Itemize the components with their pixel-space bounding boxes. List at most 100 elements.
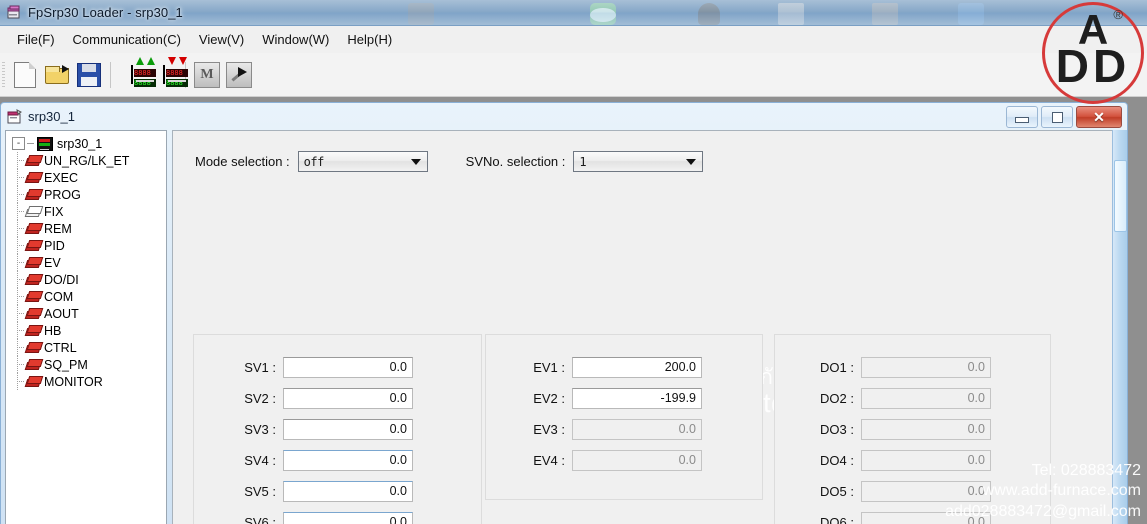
mode-selection-dropdown[interactable]: off [297,151,428,172]
new-file-button[interactable] [9,58,41,92]
book-icon [24,358,44,371]
save-file-button[interactable] [73,58,105,92]
window-title: FpSrp30 Loader - srp30_1 [28,5,183,20]
tools-button[interactable] [223,58,255,92]
book-icon [24,341,44,354]
ev-input-2[interactable]: -199.9 [572,388,702,409]
book-icon [24,273,44,286]
monitor-button[interactable]: M [191,58,223,92]
maximize-button[interactable] [1041,106,1073,128]
sv-input-2[interactable]: 0.0 [283,388,413,409]
tree-item-prog[interactable]: PROG [12,186,166,203]
sv-input-3[interactable]: 0.0 [283,419,413,440]
scrollbar-thumb[interactable] [1114,160,1127,232]
mdi-client-area: srp30_1 ✕ - srp30_1 UN_RG/LK_ET EXEC PRO… [0,97,1147,524]
svno-selection-label: SVNo. selection : [465,154,566,169]
tools-icon [226,61,252,88]
ev-input-3: 0.0 [572,419,702,440]
menu-communication[interactable]: Communication(C) [64,29,190,50]
tree-item-do-di[interactable]: DO/DI [12,271,166,288]
application-window: FpSrp30 Loader - srp30_1 File(F) Communi… [0,0,1147,524]
tree-item-label: EV [44,255,61,270]
main-window: FpSrp30 Loader - srp30_1 File(F) Communi… [0,0,1147,524]
do-label-5: DO5 : [820,484,854,499]
sv-row: SV2 : 0.0 [202,388,413,409]
ev-input-1[interactable]: 200.0 [572,357,702,378]
ev-row: EV2 : -199.9 [491,388,702,409]
tree-item-un-rg-lk-et[interactable]: UN_RG/LK_ET [12,152,166,169]
tree-item-fix[interactable]: FIX [12,203,166,220]
tree-item-label: FIX [44,204,64,219]
svno-selection-dropdown[interactable]: 1 [573,151,704,172]
svno-selection-value: 1 [579,154,587,169]
minimize-button[interactable] [1006,106,1038,128]
do-row: DO2 : 0.0 [780,388,991,409]
tree-item-label: MONITOR [44,374,103,389]
tree-item-label: CTRL [44,340,77,355]
do-input-6: 0.0 [861,512,991,524]
new-file-icon [14,61,36,88]
tree-item-hb[interactable]: HB [12,322,166,339]
tree-item-label: AOUT [44,306,79,321]
toolbar: 8888 8888 8888 8888 M [0,53,1147,97]
upload-device-button[interactable]: 8888 8888 [116,56,156,92]
ev-label-4: EV4 : [533,453,565,468]
document-window-icon [7,108,23,125]
do-input-2: 0.0 [861,388,991,409]
sv-input-6[interactable]: 0.0 [283,512,413,524]
loader-app-icon [6,5,22,21]
menu-file[interactable]: File(F) [8,29,64,50]
sv-row: SV6 : 0.0 [202,512,413,524]
do-row: DO5 : 0.0 [780,481,991,502]
save-file-icon [77,62,101,87]
menu-help[interactable]: Help(H) [338,29,401,50]
tree-item-sq-pm[interactable]: SQ_PM [12,356,166,373]
tree-item-monitor[interactable]: MONITOR [12,373,166,390]
open-file-button[interactable] [41,58,73,92]
sv-label-4: SV4 : [244,453,276,468]
sv-row: SV4 : 0.0 [202,450,413,471]
tree-connector [27,143,34,144]
do-input-1: 0.0 [861,357,991,378]
menu-window[interactable]: Window(W) [253,29,338,50]
ev-input-4: 0.0 [572,450,702,471]
sv-label-2: SV2 : [244,391,276,406]
tree-item-ev[interactable]: EV [12,254,166,271]
ev-row: EV1 : 200.0 [491,357,702,378]
tree-root-srp30-1[interactable]: - srp30_1 [12,135,166,152]
do-row: DO3 : 0.0 [780,419,991,440]
tree-expander-icon[interactable]: - [12,137,25,150]
window-title-bar[interactable]: FpSrp30 Loader - srp30_1 [0,0,1147,26]
book-icon [24,171,44,184]
book-icon [24,307,44,320]
ev-row: EV4 : 0.0 [491,450,702,471]
close-button[interactable]: ✕ [1076,106,1122,128]
vertical-scrollbar[interactable] [1112,130,1127,524]
tree-item-rem[interactable]: REM [12,220,166,237]
sv-input-1[interactable]: 0.0 [283,357,413,378]
upload-device-icon: 8888 8888 [131,64,156,87]
menu-view[interactable]: View(V) [190,29,253,50]
toolbar-grip[interactable] [2,61,5,88]
tree-item-label: SQ_PM [44,357,88,372]
tree-item-label: PROG [44,187,81,202]
maximize-icon [1051,111,1063,123]
tree-item-com[interactable]: COM [12,288,166,305]
tree-item-label: UN_RG/LK_ET [44,153,130,168]
device-icon [37,136,53,151]
tree-item-ctrl[interactable]: CTRL [12,339,166,356]
book-icon [24,290,44,303]
mode-selection-label: Mode selection : [195,154,290,169]
book-icon [24,324,44,337]
navigation-tree-panel[interactable]: - srp30_1 UN_RG/LK_ET EXEC PROG FIX REM PID EV… [5,130,167,524]
tree-item-aout[interactable]: AOUT [12,305,166,322]
sv-input-5[interactable]: 0.0 [283,481,413,502]
tree-item-label: REM [44,221,72,236]
child-window-title-bar[interactable]: srp30_1 ✕ [1,103,1127,130]
sv-input-4[interactable]: 0.0 [283,450,413,471]
tree-item-pid[interactable]: PID [12,237,166,254]
sv-label-1: SV1 : [244,360,276,375]
selection-row: Mode selection : off SVNo. selection : 1 [195,151,704,172]
tree-item-label: HB [44,323,62,338]
tree-item-exec[interactable]: EXEC [12,169,166,186]
